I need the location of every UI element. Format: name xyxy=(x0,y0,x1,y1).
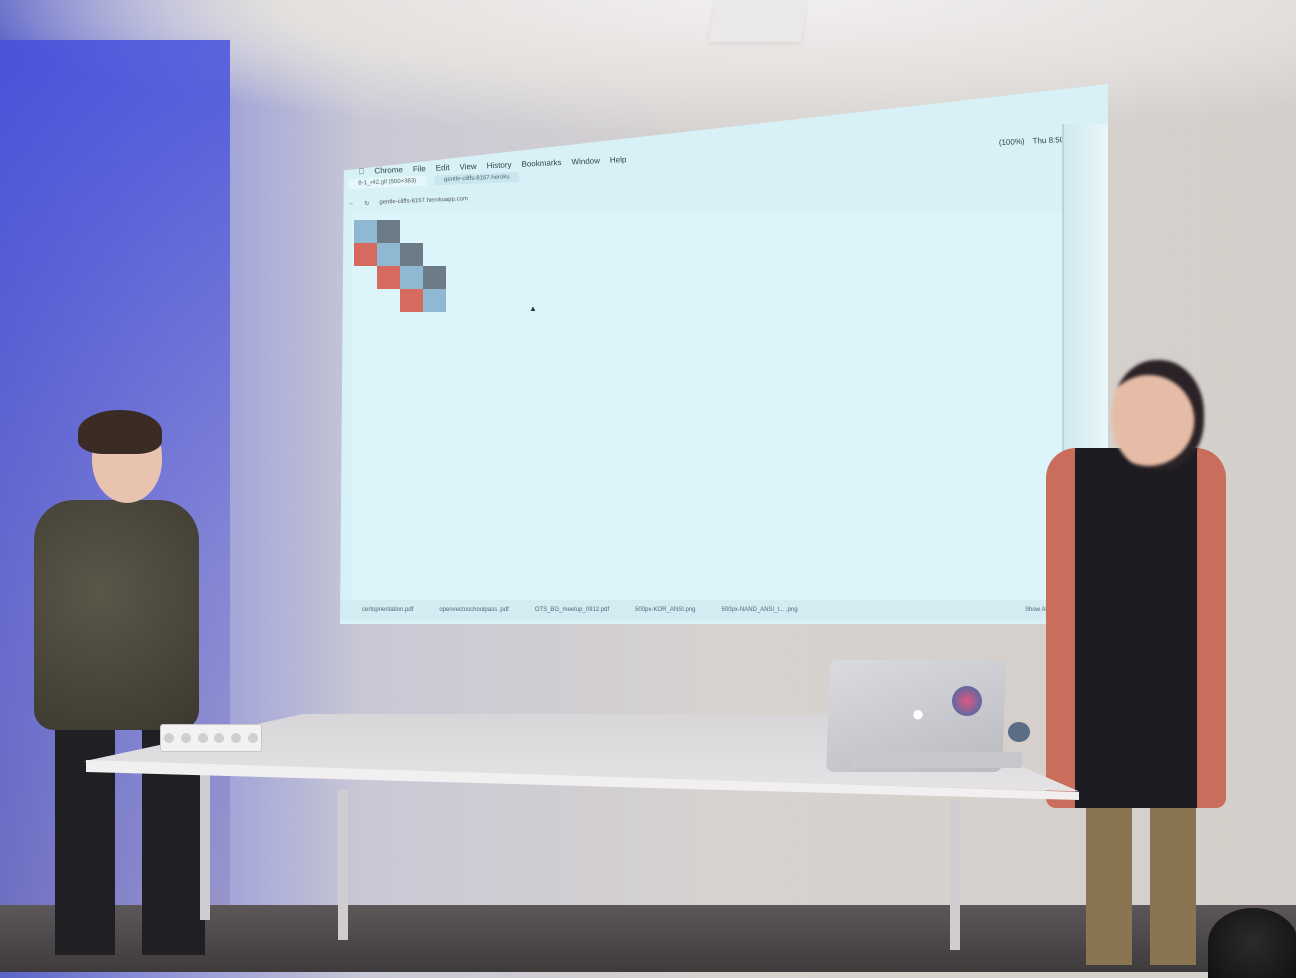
presenter-left-sweater xyxy=(34,500,199,730)
grid-cell-red xyxy=(354,243,377,266)
laptop-sticker xyxy=(952,686,982,716)
apple-logo-icon: ● xyxy=(911,701,925,726)
diagonal-square-grid xyxy=(354,220,446,312)
download-item[interactable]: certoprientation.pdf xyxy=(362,607,413,613)
table-leg xyxy=(200,770,210,920)
mouse-cursor-icon: ▲ xyxy=(529,304,537,313)
table-leg xyxy=(338,790,348,940)
power-strip xyxy=(160,724,262,752)
show-all-downloads-button[interactable]: Show All xyxy=(1025,607,1048,613)
downloads-bar: certoprientation.pdf openvectoschoolpass… xyxy=(340,600,1108,620)
download-item[interactable]: 500px-KOR_ANSI.png xyxy=(635,607,695,613)
socket xyxy=(197,733,208,743)
socket xyxy=(214,733,225,743)
presenter-right-legs xyxy=(1086,800,1196,965)
laptop-base xyxy=(852,752,1022,768)
stage-light xyxy=(1208,908,1296,978)
socket xyxy=(230,733,241,743)
grid-cell-empty xyxy=(400,220,423,243)
socket xyxy=(164,733,175,743)
menu-help[interactable]: Help xyxy=(610,155,627,165)
url-field[interactable]: gentle-cliffs-8167.herokuapp.com xyxy=(379,196,468,206)
tab-gif[interactable]: 8-1_r42.gif (500×383) xyxy=(348,175,427,189)
presenter-left-hair xyxy=(78,410,162,454)
presenter-right-face xyxy=(1112,360,1204,470)
projected-screen:  Chrome File Edit View History Bookmark… xyxy=(340,84,1108,624)
grid-cell-blue xyxy=(400,266,423,289)
grid-cell-red xyxy=(377,266,400,289)
grid-cell-blue xyxy=(423,289,446,312)
socket xyxy=(247,733,258,743)
back-arrow-icon[interactable]: ← xyxy=(348,201,354,207)
ceiling-beam xyxy=(709,0,807,42)
tab-heroku[interactable]: gentle-cliffs-8167.heroku xyxy=(433,171,520,186)
menu-view[interactable]: View xyxy=(459,161,477,171)
grid-cell-empty xyxy=(423,220,446,243)
computer-mouse xyxy=(1008,722,1030,742)
grid-cell-empty xyxy=(354,266,377,289)
table-leg xyxy=(950,800,960,950)
grid-cell-empty xyxy=(377,289,400,312)
grid-cell-red xyxy=(400,289,423,312)
apple-icon[interactable]:  xyxy=(358,166,364,175)
menu-edit[interactable]: Edit xyxy=(435,163,449,173)
grid-cell-empty xyxy=(354,289,377,312)
grid-cell-empty xyxy=(423,243,446,266)
browser-viewport xyxy=(352,212,1064,602)
download-item[interactable]: OTS_BG_meetup_0912.pdf xyxy=(535,607,609,613)
grid-cell-gray xyxy=(423,266,446,289)
reload-icon[interactable]: ↻ xyxy=(364,200,369,207)
menu-window[interactable]: Window xyxy=(571,156,600,166)
download-item[interactable]: 500px-NAND_ANSI_t... .png xyxy=(722,607,798,613)
grid-cell-gray xyxy=(400,243,423,266)
battery-percent: (100%) xyxy=(998,136,1025,147)
download-item[interactable]: openvectoschoolpass .pdf xyxy=(439,607,508,613)
socket xyxy=(180,733,191,743)
grid-cell-blue xyxy=(377,243,400,266)
grid-cell-gray xyxy=(377,220,400,243)
menu-file[interactable]: File xyxy=(413,164,426,174)
presenter-right-outfit xyxy=(1046,448,1226,808)
grid-cell-blue xyxy=(354,220,377,243)
